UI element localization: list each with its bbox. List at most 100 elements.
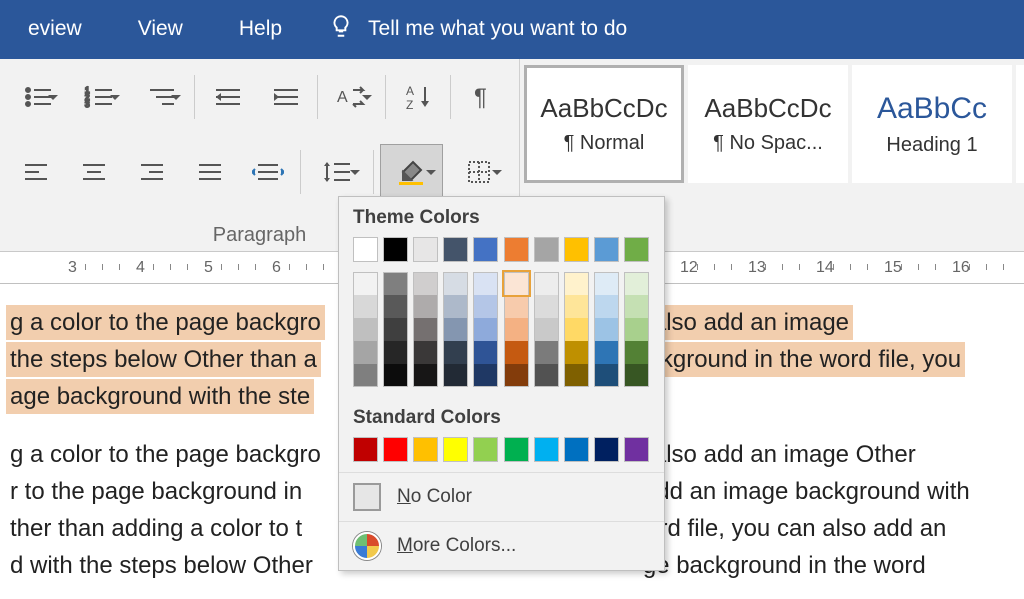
theme-color-swatch[interactable]: [413, 237, 438, 262]
theme-tint-swatch[interactable]: [353, 295, 378, 318]
theme-color-swatch[interactable]: [353, 237, 378, 262]
theme-tint-swatch[interactable]: [564, 364, 589, 387]
theme-tint-swatch[interactable]: [473, 364, 498, 387]
align-right-button[interactable]: [126, 144, 178, 200]
align-justify-button[interactable]: [184, 144, 236, 200]
standard-color-swatch[interactable]: [624, 437, 649, 462]
theme-tint-swatch[interactable]: [413, 295, 438, 318]
theme-tint-swatch[interactable]: [353, 341, 378, 364]
style-normal[interactable]: AaBbCcDc Normal: [524, 65, 684, 183]
theme-tint-swatch[interactable]: [473, 272, 498, 295]
standard-color-swatch[interactable]: [473, 437, 498, 462]
theme-tint-swatch[interactable]: [624, 341, 649, 364]
theme-color-swatch[interactable]: [624, 237, 649, 262]
theme-color-swatch[interactable]: [564, 237, 589, 262]
standard-color-swatch[interactable]: [353, 437, 378, 462]
style-heading-1[interactable]: AaBbCc Heading 1: [852, 65, 1012, 183]
theme-tint-swatch[interactable]: [504, 341, 529, 364]
title-bar: eview View Help Tell me what you want to…: [0, 0, 1024, 57]
theme-tint-swatch[interactable]: [353, 272, 378, 295]
ribbon-tab-view[interactable]: View: [110, 0, 211, 57]
standard-color-swatch[interactable]: [443, 437, 468, 462]
show-hide-pilcrow-button[interactable]: ¶: [457, 69, 509, 125]
theme-tint-swatch[interactable]: [564, 295, 589, 318]
theme-tint-swatch[interactable]: [504, 318, 529, 341]
theme-tint-swatch[interactable]: [534, 364, 559, 387]
align-center-button[interactable]: [68, 144, 120, 200]
tell-me-search[interactable]: Tell me what you want to do: [368, 17, 627, 41]
increase-indent-button[interactable]: [259, 69, 311, 125]
theme-tint-swatch[interactable]: [413, 272, 438, 295]
theme-tint-swatch[interactable]: [353, 364, 378, 387]
theme-tint-swatch[interactable]: [624, 272, 649, 295]
ribbon-tab-review[interactable]: eview: [0, 0, 110, 57]
theme-tint-swatch[interactable]: [443, 364, 468, 387]
theme-tint-swatch[interactable]: [383, 341, 408, 364]
standard-color-swatch[interactable]: [534, 437, 559, 462]
theme-tint-swatch[interactable]: [413, 318, 438, 341]
theme-color-swatch[interactable]: [443, 237, 468, 262]
theme-tint-swatch[interactable]: [564, 318, 589, 341]
text-direction-button[interactable]: A: [324, 69, 379, 125]
theme-tint-swatch[interactable]: [534, 272, 559, 295]
theme-tint-swatch[interactable]: [624, 364, 649, 387]
theme-tint-swatch[interactable]: [473, 295, 498, 318]
more-colors-item[interactable]: More Colors...: [339, 521, 664, 570]
theme-tint-swatch[interactable]: [504, 364, 529, 387]
standard-color-row: [339, 433, 664, 472]
theme-tint-swatch[interactable]: [383, 318, 408, 341]
shading-button[interactable]: [380, 144, 444, 200]
style-no-spacing[interactable]: AaBbCcDc No Spac...: [688, 65, 848, 183]
theme-tint-swatch[interactable]: [564, 272, 589, 295]
theme-tint-swatch[interactable]: [594, 364, 619, 387]
align-distributed-button[interactable]: [242, 144, 294, 200]
numbering-button[interactable]: 123: [71, 69, 126, 125]
theme-tint-swatch[interactable]: [473, 341, 498, 364]
theme-tint-swatch[interactable]: [443, 318, 468, 341]
theme-tint-swatch[interactable]: [443, 272, 468, 295]
theme-tint-swatch[interactable]: [383, 295, 408, 318]
theme-color-swatch[interactable]: [473, 237, 498, 262]
standard-color-swatch[interactable]: [564, 437, 589, 462]
theme-tint-swatch[interactable]: [473, 318, 498, 341]
theme-tint-swatch[interactable]: [594, 318, 619, 341]
theme-tint-swatch[interactable]: [594, 272, 619, 295]
standard-color-swatch[interactable]: [383, 437, 408, 462]
theme-tint-swatch[interactable]: [624, 295, 649, 318]
style-more[interactable]: A: [1016, 65, 1024, 183]
theme-tint-swatch[interactable]: [443, 341, 468, 364]
theme-tint-swatch[interactable]: [534, 341, 559, 364]
svg-text:¶: ¶: [474, 84, 487, 111]
theme-color-swatch[interactable]: [383, 237, 408, 262]
theme-tint-swatch[interactable]: [564, 341, 589, 364]
theme-tint-swatch[interactable]: [534, 295, 559, 318]
theme-tint-swatch[interactable]: [594, 341, 619, 364]
theme-tint-swatch[interactable]: [413, 341, 438, 364]
ruler-mark: 14: [816, 259, 834, 277]
theme-tint-swatch[interactable]: [443, 295, 468, 318]
bullets-button[interactable]: [10, 69, 65, 125]
theme-tint-swatch[interactable]: [624, 318, 649, 341]
align-left-button[interactable]: [10, 144, 62, 200]
line-spacing-button[interactable]: [307, 144, 367, 200]
standard-color-swatch[interactable]: [504, 437, 529, 462]
standard-color-swatch[interactable]: [413, 437, 438, 462]
theme-tint-swatch[interactable]: [504, 272, 529, 295]
theme-tint-swatch[interactable]: [383, 364, 408, 387]
theme-tint-swatch[interactable]: [534, 318, 559, 341]
theme-tint-swatch[interactable]: [594, 295, 619, 318]
standard-color-swatch[interactable]: [594, 437, 619, 462]
theme-color-swatch[interactable]: [594, 237, 619, 262]
no-color-item[interactable]: No Color: [339, 472, 664, 521]
decrease-indent-button[interactable]: [201, 69, 253, 125]
theme-tint-swatch[interactable]: [353, 318, 378, 341]
ribbon-tab-help[interactable]: Help: [211, 0, 310, 57]
theme-tint-swatch[interactable]: [413, 364, 438, 387]
theme-color-swatch[interactable]: [534, 237, 559, 262]
theme-color-swatch[interactable]: [504, 237, 529, 262]
sort-button[interactable]: AZ: [392, 69, 444, 125]
multilevel-list-button[interactable]: [133, 69, 188, 125]
borders-button[interactable]: [449, 144, 509, 200]
theme-tint-swatch[interactable]: [383, 272, 408, 295]
theme-tint-swatch[interactable]: [504, 295, 529, 318]
